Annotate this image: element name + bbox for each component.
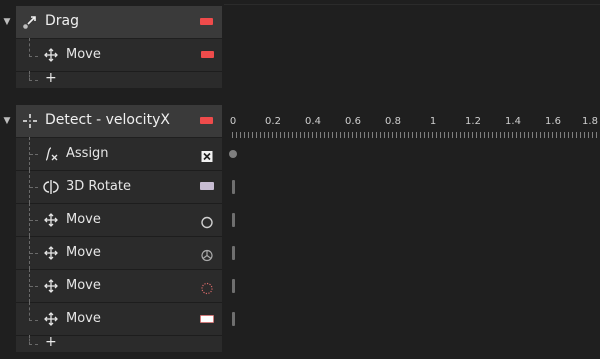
tree-connector (29, 71, 38, 81)
layer-row[interactable]: Move (16, 203, 222, 236)
dotted-circle-icon[interactable] (200, 280, 214, 295)
move-icon (43, 278, 59, 294)
assign-icon (43, 146, 59, 162)
detect-icon (22, 113, 38, 129)
tree-branch (30, 286, 38, 287)
ruler-tick-label: 0.6 (345, 116, 361, 127)
dial-icon[interactable] (200, 247, 214, 262)
group-drag[interactable]: Drag (16, 6, 222, 38)
ruler-ticks (232, 132, 600, 138)
tree-connector (29, 302, 38, 321)
ruler-tick-label: 0.4 (305, 116, 321, 127)
rotate-3d-icon (43, 179, 59, 195)
group-title: Detect - velocityX (45, 112, 170, 128)
close-box-icon[interactable] (200, 148, 214, 162)
purple-swatch[interactable] (200, 182, 214, 190)
tree-branch (30, 253, 38, 254)
layer-label: Move (66, 278, 101, 293)
collapse-caret-detect[interactable]: ▼ (2, 115, 12, 127)
ruler-tick-label: 1.8 (582, 116, 598, 127)
tree-branch (30, 154, 38, 155)
drag-icon (22, 14, 38, 30)
ruler-tick-label: 1.6 (545, 116, 561, 127)
keyframe-bar[interactable] (232, 246, 235, 260)
keyframe-dot[interactable] (229, 150, 237, 158)
red-swatch[interactable] (201, 51, 214, 58)
collapse-caret-drag[interactable]: ▼ (2, 16, 12, 28)
ruler-tick-label: 1.4 (505, 116, 521, 127)
layer-row[interactable]: Move (16, 269, 222, 302)
ruler-tick-label: 1.2 (465, 116, 481, 127)
layer-label: Assign (66, 146, 109, 161)
layer-label: Move (66, 245, 101, 260)
layer-label: Move (66, 47, 101, 62)
move-icon (43, 311, 59, 327)
layer-row[interactable]: Assign (16, 137, 222, 170)
group-color-swatch[interactable] (200, 18, 213, 25)
group-color-swatch[interactable] (200, 117, 213, 124)
ruler-tick-label: 0.2 (265, 116, 281, 127)
layer-row[interactable]: Move (16, 236, 222, 269)
move-icon (43, 245, 59, 261)
keyframe-bar[interactable] (232, 180, 235, 194)
layer-row[interactable]: Move (16, 302, 222, 335)
ruler-tick-label: 0 (229, 116, 237, 127)
layer-row[interactable]: 3D Rotate (16, 170, 222, 203)
layer-label: Move (66, 311, 101, 326)
tree-branch (30, 220, 38, 221)
add-layer-row: + (16, 334, 222, 352)
keyframe-bar[interactable] (232, 312, 235, 326)
add-layer-button[interactable]: + (45, 70, 57, 86)
keyframe-bar[interactable] (232, 213, 235, 227)
group-detect[interactable]: Detect - velocityX (16, 105, 222, 137)
timeline-ruler[interactable]: 0 0.2 0.4 0.6 0.8 1 1.2 1.4 1.6 1.8 (224, 104, 600, 138)
layer-label: Move (66, 212, 101, 227)
ruler-tick-label: 0.8 (385, 116, 401, 127)
tree-connector (29, 335, 38, 345)
tree-connector (29, 38, 38, 57)
tree-branch (30, 187, 38, 188)
add-layer-button[interactable]: + (45, 334, 57, 350)
white-swatch[interactable] (200, 315, 214, 323)
group-title: Drag (45, 13, 80, 29)
timeline-top-border (224, 4, 600, 5)
ruler-tick-label: 1 (429, 116, 437, 127)
add-layer-row: + (16, 70, 222, 88)
keyframe-bar[interactable] (232, 279, 235, 293)
layer-row[interactable]: Move (16, 38, 222, 71)
move-icon (43, 212, 59, 228)
circle-outline-icon[interactable] (200, 214, 214, 229)
layer-label: 3D Rotate (66, 179, 131, 194)
timeline-panel (224, 0, 600, 359)
move-icon (43, 47, 59, 63)
